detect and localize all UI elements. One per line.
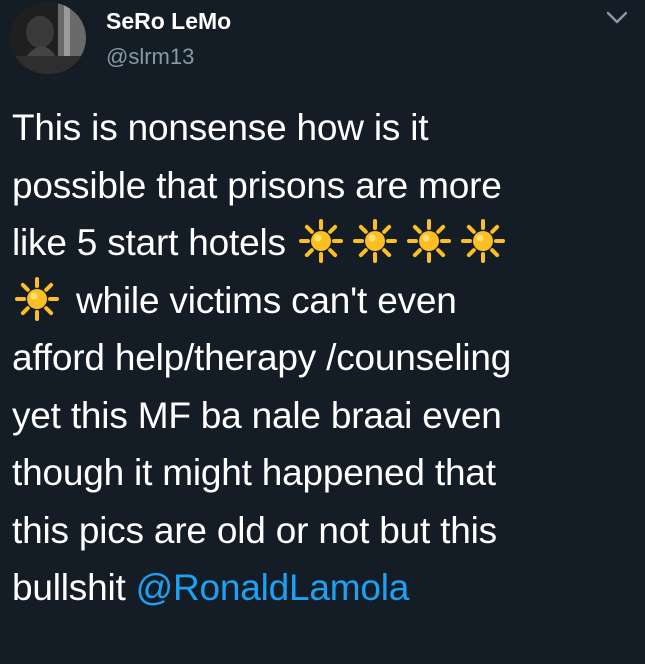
tweet-text-line: afford help/therapy /counseling [12, 337, 512, 378]
tweet-text-line: yet this MF ba nale braai even [12, 394, 502, 436]
mention-link[interactable]: @RonaldLamola [136, 567, 410, 608]
tweet-text-segment: while victims can't even [76, 279, 457, 321]
tweet-card: SeRo LeMo @slrm13 This is nonsense how i… [0, 0, 645, 664]
chevron-down-icon[interactable] [604, 8, 630, 28]
sun-emoji-icon [296, 219, 346, 263]
tweet-text: This is nonsense how is it possible that… [12, 99, 632, 617]
tweet-text-segment: like 5 start hotels [12, 222, 286, 263]
sun-emoji-icon [404, 219, 454, 263]
sun-emoji-icon [350, 219, 400, 263]
display-name[interactable]: SeRo LeMo [106, 8, 231, 35]
tweet-text-line: while victims can't even [12, 272, 632, 330]
tweet-text-segment: bullshit [12, 567, 126, 608]
user-handle[interactable]: @slrm13 [106, 44, 194, 70]
sun-emoji-icon [12, 276, 62, 321]
sun-emoji-icon [458, 219, 508, 263]
avatar[interactable] [10, 2, 86, 74]
tweet-text-line: This is nonsense how is it [12, 107, 429, 148]
tweet-text-line: this pics are old or not but this [12, 509, 497, 551]
tweet-text-line: though it might happened that [12, 452, 496, 493]
tweet-text-line: bullshit @RonaldLamola [12, 559, 632, 617]
tweet-text-line: possible that prisons are more [12, 164, 502, 206]
tweet-text-line: like 5 start hotels [12, 214, 632, 272]
avatar-image [10, 2, 86, 74]
